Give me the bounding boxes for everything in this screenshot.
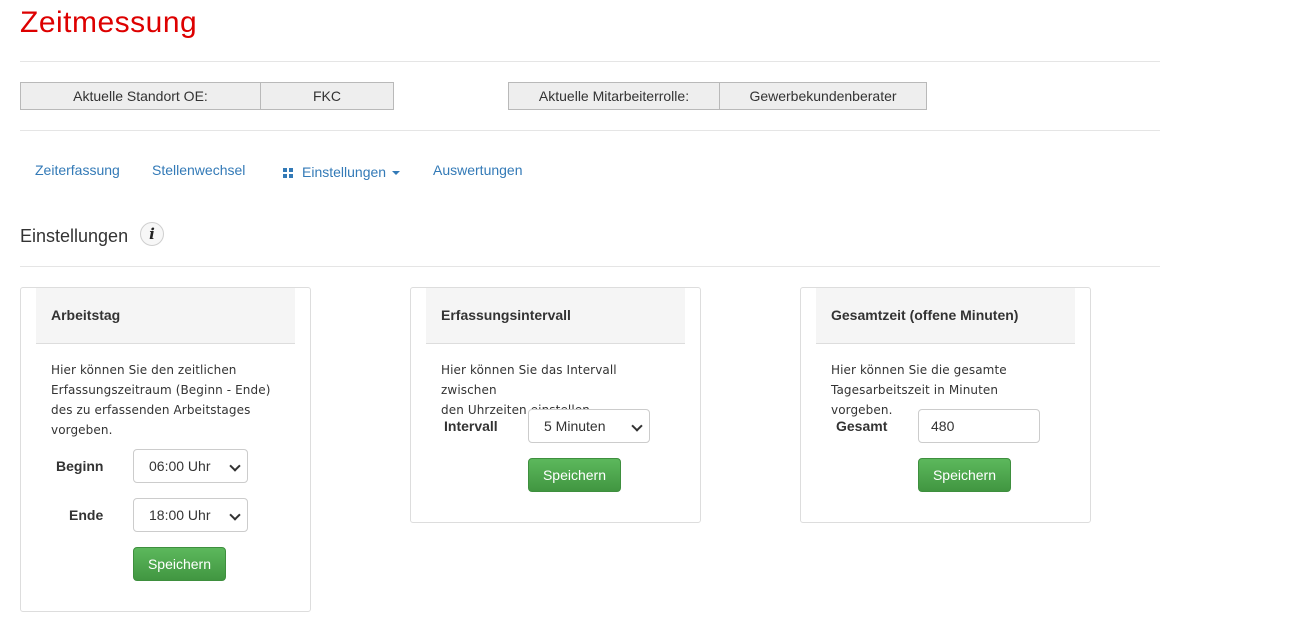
nav-zeiterfassung[interactable]: Zeiterfassung: [35, 162, 120, 178]
rolle-value: Gewerbekundenberater: [719, 83, 926, 109]
ende-select[interactable]: 18:00 Uhr: [133, 498, 248, 532]
intervall-value: 5 Minuten: [544, 418, 606, 434]
description-line: des zu erfassenden Arbeitstages: [51, 403, 251, 417]
description-line: vorgeben.: [51, 423, 113, 437]
chevron-down-icon: [229, 509, 241, 521]
panel-title: Arbeitstag: [36, 288, 295, 344]
panel-title: Gesamtzeit (offene Minuten): [816, 288, 1075, 344]
beginn-label: Beginn: [56, 458, 104, 474]
panel-title: Erfassungsintervall: [426, 288, 685, 344]
panel-gesamtzeit: Gesamtzeit (offene Minuten) Hier können …: [800, 287, 1091, 523]
panel-erfassungsintervall: Erfassungsintervall Hier können Sie das …: [410, 287, 701, 523]
intervall-select[interactable]: 5 Minuten: [528, 409, 650, 443]
page-title: Zeitmessung: [20, 6, 198, 39]
divider: [20, 130, 1160, 131]
gesamt-label: Gesamt: [836, 418, 888, 434]
grid-icon: [283, 168, 293, 178]
chevron-down-icon: [631, 420, 643, 432]
beginn-value: 06:00 Uhr: [149, 458, 211, 474]
rolle-label: Aktuelle Mitarbeiterrolle:: [509, 83, 719, 109]
nav-einstellungen-label: Einstellungen: [302, 164, 387, 180]
nav-stellenwechsel[interactable]: Stellenwechsel: [152, 162, 245, 178]
section-title: Einstellungen: [20, 226, 129, 246]
description-line: Hier können Sie die gesamte: [831, 363, 1007, 377]
panel-description: Hier können Sie den zeitlichen Erfassung…: [51, 360, 280, 440]
divider: [20, 266, 1160, 267]
caret-down-icon: [392, 171, 401, 176]
description-line: Erfassungszeitraum (Beginn - Ende): [51, 383, 271, 397]
intervall-label: Intervall: [444, 418, 498, 434]
nav-einstellungen-dropdown[interactable]: Einstellungen: [283, 164, 401, 180]
save-arbeitstag-button[interactable]: Speichern: [133, 547, 226, 581]
rolle-info: Aktuelle Mitarbeiterrolle: Gewerbekunden…: [508, 82, 927, 110]
panel-arbeitstag: Arbeitstag Hier können Sie den zeitliche…: [20, 287, 311, 612]
save-intervall-button[interactable]: Speichern: [528, 458, 621, 492]
gesamt-input[interactable]: 480: [918, 409, 1040, 443]
divider: [20, 61, 1160, 62]
beginn-select[interactable]: 06:00 Uhr: [133, 449, 248, 483]
ende-label: Ende: [69, 507, 104, 523]
ende-value: 18:00 Uhr: [149, 507, 211, 523]
description-line: Hier können Sie den zeitlichen: [51, 363, 237, 377]
info-icon[interactable]: i: [140, 222, 164, 246]
standort-info: Aktuelle Standort OE: FKC: [20, 82, 394, 110]
standort-value: FKC: [260, 83, 393, 109]
chevron-down-icon: [229, 460, 241, 472]
description-line: Hier können Sie das Intervall zwischen: [441, 363, 617, 397]
nav-auswertungen[interactable]: Auswertungen: [433, 162, 523, 178]
save-gesamtzeit-button[interactable]: Speichern: [918, 458, 1011, 492]
standort-label: Aktuelle Standort OE:: [21, 83, 260, 109]
